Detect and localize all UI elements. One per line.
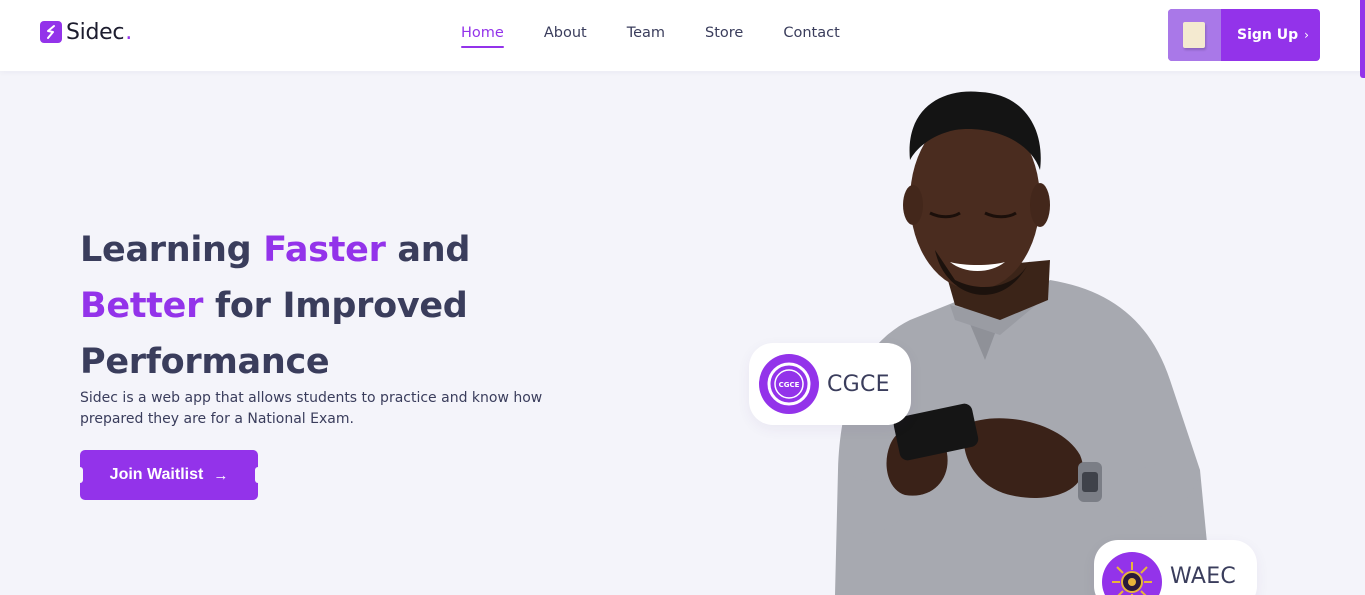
cgce-label: CGCE <box>827 371 890 397</box>
signup-icon-area <box>1168 9 1221 61</box>
waec-emblem-icon <box>1102 552 1162 595</box>
waec-badge: WAEC <box>1094 540 1257 595</box>
hero-title: Learning Faster and Better for Improved … <box>80 222 600 390</box>
nav-link-home[interactable]: Home <box>461 25 504 48</box>
nav-link-team[interactable]: Team <box>627 25 665 47</box>
cgce-emblem-icon: CGCE <box>759 354 819 414</box>
hero-title-accent-faster: Faster <box>263 230 386 270</box>
cgce-badge: CGCE CGCE <box>749 343 911 425</box>
signup-button[interactable]: Sign Up › <box>1168 9 1320 61</box>
note-icon <box>1183 22 1205 48</box>
chevron-right-icon: › <box>1304 28 1309 42</box>
hero-description: Sidec is a web app that allows students … <box>80 390 543 427</box>
waec-label: WAEC <box>1170 564 1237 589</box>
nav-link-about[interactable]: About <box>544 25 587 47</box>
nav-link-store[interactable]: Store <box>705 25 743 47</box>
signup-label: Sign Up <box>1237 27 1299 43</box>
logo[interactable]: Sidec . <box>40 19 132 45</box>
logo-icon <box>40 21 62 43</box>
logo-text: Sidec <box>66 19 125 45</box>
scrollbar-thumb[interactable] <box>1360 0 1365 78</box>
hero-title-part: Learning <box>80 230 264 270</box>
hero-student-image <box>835 91 1212 595</box>
join-waitlist-button[interactable]: Join Waitlist → <box>78 450 260 500</box>
join-waitlist-label: Join Waitlist <box>109 466 204 483</box>
hero-title-part: and <box>385 230 471 270</box>
navbar: Sidec . Home About Team Store Contact Si… <box>0 0 1365 71</box>
nav-link-contact[interactable]: Contact <box>783 25 839 47</box>
logo-dot: . <box>125 19 133 45</box>
cgce-emblem-text: CGCE <box>779 381 800 389</box>
hero-title-accent-better: Better <box>80 286 204 326</box>
arrow-right-icon: → <box>213 466 229 484</box>
